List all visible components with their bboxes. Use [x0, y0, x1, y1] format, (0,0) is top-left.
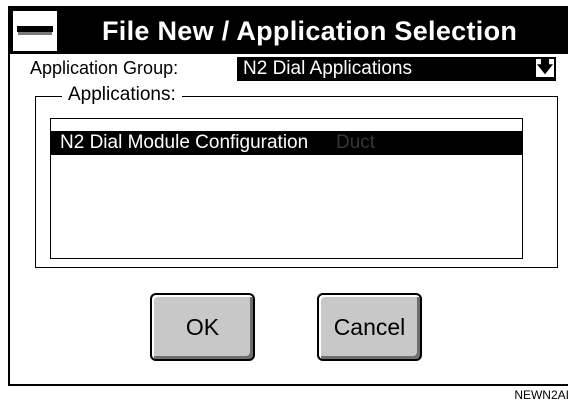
- application-group-value: N2 Dial Applications: [243, 58, 412, 79]
- list-item-overlay-text: Duct: [336, 132, 376, 153]
- cancel-button[interactable]: Cancel: [317, 293, 422, 361]
- applications-group-label: Applications:: [62, 84, 182, 106]
- applications-listbox[interactable]: N2 Dial Module Configuration Duct: [50, 118, 523, 259]
- list-item-label: N2 Dial Module Configuration: [60, 132, 309, 153]
- system-menu-icon[interactable]: [12, 10, 58, 52]
- application-group-label: Application Group:: [30, 58, 179, 78]
- arrow-down-icon[interactable]: 🡇: [535, 58, 555, 78]
- ok-button[interactable]: OK: [150, 293, 255, 361]
- window-title: File New / Application Selection: [102, 16, 518, 46]
- list-item[interactable]: N2 Dial Module Configuration Duct: [51, 131, 522, 155]
- application-group-dropdown[interactable]: N2 Dial Applications 🡇: [237, 57, 556, 81]
- figure-caption: NEWN2AI: [514, 388, 569, 402]
- title-bar: File New / Application Selection: [10, 8, 568, 54]
